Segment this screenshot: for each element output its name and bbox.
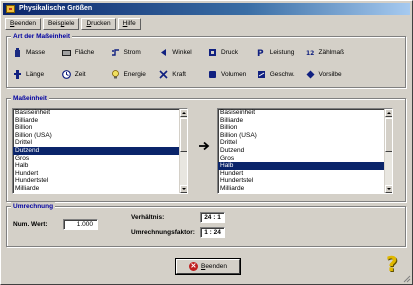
quantity-druck[interactable]: Druck: [208, 47, 257, 57]
list-item[interactable]: Milliarde: [13, 185, 180, 193]
clock-icon: [61, 69, 71, 79]
list-item[interactable]: Basiseinheit: [13, 109, 180, 117]
quantity-type-group: Art der Maßeinheit Masse Fläche Strom Wi…: [6, 32, 406, 88]
window-title: Physikalische Größen: [19, 5, 93, 12]
list-item[interactable]: Drittel: [218, 139, 385, 147]
svg-text:P: P: [257, 49, 264, 57]
quantity-group-title: Art der Maßeinheit: [11, 32, 73, 41]
quantity-leistung[interactable]: P Leistung: [257, 47, 306, 59]
quantity-energie[interactable]: Energie: [111, 69, 160, 79]
quantity-winkel[interactable]: Winkel: [159, 47, 208, 57]
list-item[interactable]: Gros: [13, 155, 180, 163]
list-item[interactable]: Drittel: [13, 139, 180, 147]
weight-icon: [13, 47, 22, 57]
scroll-thumb[interactable]: [180, 118, 187, 152]
list-item[interactable]: Hundertstel: [218, 177, 385, 185]
menu-beispiele[interactable]: Beispiele: [43, 18, 80, 30]
scroll-up-button[interactable]: [180, 109, 187, 117]
force-icon: [159, 69, 168, 79]
prefix-icon: [306, 70, 315, 79]
target-unit-list[interactable]: Basiseinheit Billiarde Billion Billion (USA…: [217, 108, 393, 194]
current-icon: [111, 48, 120, 57]
list-item[interactable]: Gros: [218, 155, 385, 163]
title-bar[interactable]: Physikalische Größen: [3, 3, 410, 15]
list-item[interactable]: Billiarde: [13, 117, 180, 125]
bulb-icon: [111, 69, 120, 79]
menu-hilfe[interactable]: Hilfe: [117, 18, 141, 30]
quantity-kraft[interactable]: Kraft: [159, 69, 208, 79]
list-item[interactable]: Billion: [218, 124, 385, 132]
quantity-geschw[interactable]: Geschw.: [257, 69, 306, 79]
list-item[interactable]: Dutzend: [13, 146, 180, 155]
num-value-label: Num. Wert:: [13, 221, 48, 228]
angle-icon: [159, 48, 168, 57]
arrow-right-icon: [199, 141, 211, 151]
list-item[interactable]: Milliarde: [218, 185, 385, 193]
list-item[interactable]: Basiseinheit: [218, 109, 385, 117]
quantity-vorsilbe-spacer: [354, 47, 403, 57]
speed-icon: [257, 70, 266, 79]
scroll-up-button[interactable]: [385, 109, 392, 117]
quantity-strom[interactable]: Strom: [111, 47, 160, 57]
volume-icon: [208, 70, 217, 79]
svg-text:12: 12: [306, 50, 314, 57]
quantity-masse[interactable]: Masse: [13, 47, 62, 57]
num-value-field[interactable]: 1.000: [63, 219, 98, 230]
area-icon: [61, 48, 71, 57]
app-window: Physikalische Größen Beenden Beispiele D…: [0, 0, 413, 285]
close-icon: ✕: [188, 262, 198, 271]
list-item[interactable]: Hundert: [218, 170, 385, 178]
list-item[interactable]: Billiarde: [218, 117, 385, 125]
list-item[interactable]: Billion: [13, 124, 180, 132]
source-unit-list[interactable]: Basiseinheit Billiarde Billion Billion (USA…: [12, 108, 188, 194]
close-button-label: Beenden: [200, 263, 228, 270]
list-item[interactable]: Halb: [13, 162, 180, 170]
menu-drucken[interactable]: Drucken: [81, 18, 116, 30]
list-item[interactable]: Hundertstel: [13, 177, 180, 185]
close-button[interactable]: ✕ Beenden: [176, 259, 240, 274]
list-item[interactable]: Halb: [218, 162, 385, 170]
scroll-thumb[interactable]: [385, 118, 392, 152]
scroll-down-button[interactable]: [385, 185, 392, 193]
source-list-scrollbar[interactable]: [179, 109, 187, 193]
target-list-scrollbar[interactable]: [384, 109, 392, 193]
help-icon[interactable]: ?: [386, 254, 404, 274]
count-icon: 12: [306, 48, 315, 57]
list-item[interactable]: Billion (USA): [218, 132, 385, 140]
list-item[interactable]: Dutzend: [218, 147, 385, 155]
conversion-group: Umrechnung Num. Wert: 1.000 Verhältnis: …: [6, 202, 406, 247]
list-item[interactable]: Billion (USA): [13, 132, 180, 140]
length-icon: [13, 69, 22, 79]
unit-group: Maßeinheit Basiseinheit Billiarde Billion B…: [6, 94, 406, 202]
app-icon: [6, 5, 15, 13]
quantity-flaeche[interactable]: Fläche: [61, 47, 111, 57]
quantity-zeit[interactable]: Zeit: [61, 69, 111, 79]
factor-value: 1 : 24: [200, 227, 225, 238]
menu-beenden[interactable]: Beenden: [5, 18, 42, 30]
quantity-zaehlmass[interactable]: 12 Zählmaß: [306, 47, 355, 57]
ratio-label: Verhältnis:: [131, 214, 165, 221]
quantity-grid: Masse Fläche Strom Winkel Druck P Leistun…: [13, 47, 403, 79]
quantity-vorsilbe[interactable]: Vorsilbe: [306, 69, 355, 79]
pressure-icon: [208, 48, 217, 57]
power-icon: P: [257, 48, 266, 59]
conversion-group-title: Umrechnung: [11, 202, 56, 211]
ratio-value: 24 : 1: [200, 212, 225, 223]
factor-label: Umrechnungsfaktor:: [131, 229, 195, 236]
scroll-down-button[interactable]: [180, 185, 187, 193]
unit-group-title: Maßeinheit: [11, 94, 49, 103]
list-item[interactable]: Hundert: [13, 170, 180, 178]
menu-bar: Beenden Beispiele Drucken Hilfe: [5, 18, 141, 31]
resize-grip-icon[interactable]: [402, 274, 411, 283]
quantity-volumen[interactable]: Volumen: [208, 69, 257, 79]
quantity-laenge[interactable]: Länge: [13, 69, 62, 79]
